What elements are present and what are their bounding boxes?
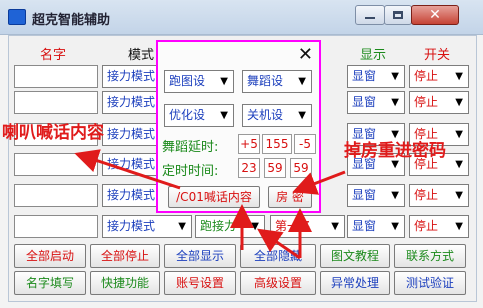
annotation-arrows xyxy=(74,149,346,260)
